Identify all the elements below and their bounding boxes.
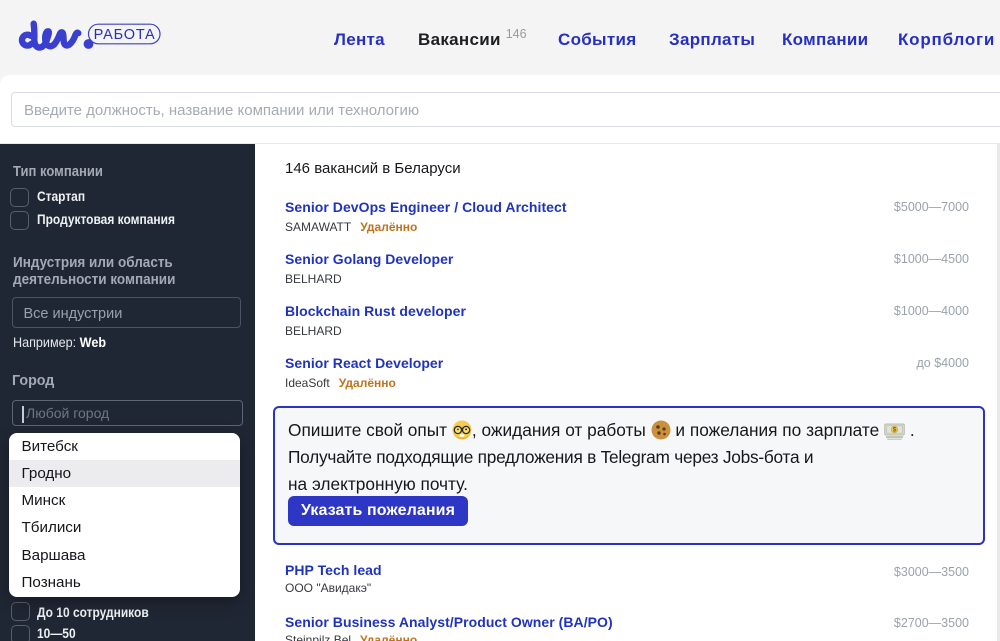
svg-text:РАБОТА: РАБОТА <box>94 27 156 43</box>
svg-text:$: $ <box>893 427 897 434</box>
